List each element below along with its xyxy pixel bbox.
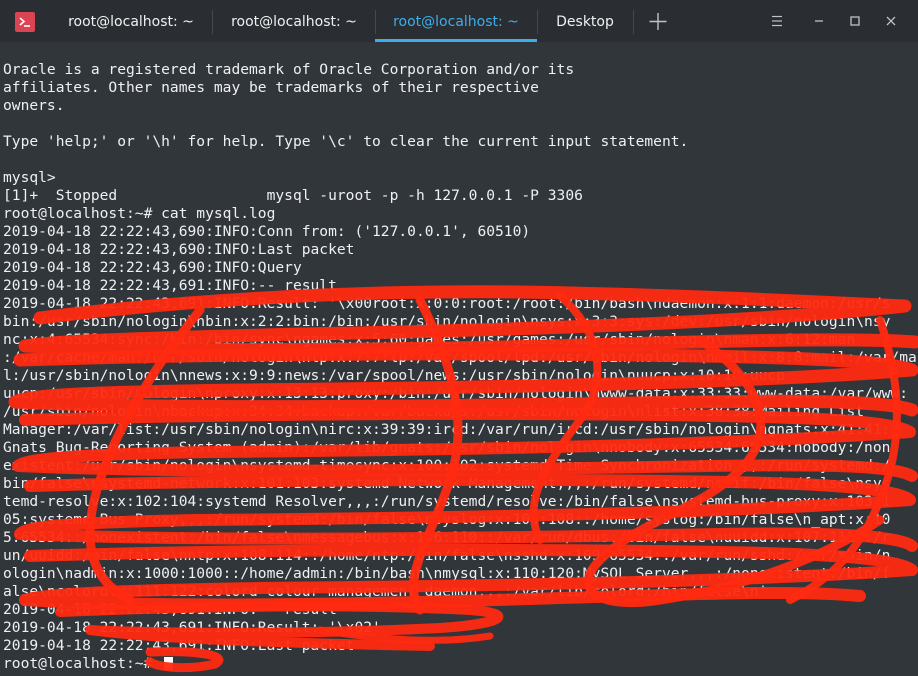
hamburger-menu-icon	[772, 15, 782, 27]
terminal-line: ologin\nadmin:x:1000:1000::/home/admin:/…	[3, 565, 891, 582]
terminal-line: l:/usr/sbin/nologin\nnews:x:9:9:news:/va…	[3, 367, 785, 384]
tab-divider	[633, 10, 634, 34]
tab-2[interactable]: root@localhost: ~	[213, 0, 375, 42]
terminal-line: Oracle is a registered trademark of Orac…	[3, 61, 575, 78]
minimize-icon	[815, 20, 823, 22]
terminal-line: 2019-04-18 22:22:43,691:INFO:-- result	[3, 601, 337, 618]
title-bar: root@localhost: ~ root@localhost: ~ root…	[0, 0, 918, 42]
terminal-line: bin/false\nsystemd-network:x:101:103:sys…	[3, 475, 891, 492]
hamburger-menu-button[interactable]	[766, 10, 788, 32]
close-button[interactable]	[880, 10, 902, 32]
terminal-prompt-line: root@localhost:~#	[3, 655, 162, 672]
tab-desktop[interactable]: Desktop	[537, 0, 633, 42]
terminal-line: bin:/usr/sbin/nologin\nbin:x:2:2:bin:/bi…	[3, 313, 891, 330]
minimize-button[interactable]	[808, 10, 830, 32]
terminal-app-icon[interactable]	[15, 12, 35, 32]
terminal-line: 2019-04-18 22:22:43,691:INFO:Result: '\x…	[3, 295, 891, 312]
tab-3-label: root@localhost: ~	[393, 14, 519, 30]
terminal-line: root@localhost:~# cat mysql.log	[3, 205, 276, 222]
terminal-line: :/var/cache/man:/usr/sbin/nologin\nlp:x:…	[3, 349, 918, 366]
terminal-line: 2019-04-18 22:22:43,690:INFO:Last packet	[3, 241, 355, 258]
terminal-line: Manager:/var/list:/usr/sbin/nologin\nirc…	[3, 421, 891, 438]
terminal-line: temd-resolve:x:102:104:systemd Resolver,…	[3, 493, 891, 510]
terminal-line: 5:65534::/nonexistent:/bin/false\nmessag…	[3, 529, 891, 546]
plus-icon	[649, 13, 667, 30]
terminal-line: existent:/usr/sbin/nologin\nsystemd-time…	[3, 457, 891, 474]
terminal-line: uucp:/usr/sbin/nologin\nproxy:x:13:13:pr…	[3, 385, 908, 402]
maximize-icon	[850, 16, 860, 26]
terminal-line: affiliates. Other names may be trademark…	[3, 79, 539, 96]
terminal-line: 2019-04-18 22:22:43,690:INFO:Query	[3, 259, 302, 276]
terminal-line: un/uuidd:/bin/false\nntp:x:108:114::/hom…	[3, 547, 891, 564]
terminal-line: owners.	[3, 97, 65, 114]
terminal-line: Gnats Bug-Reporting System (admin):/var/…	[3, 439, 891, 456]
terminal-line: mysql>	[3, 169, 56, 186]
tab-3-active[interactable]: root@localhost: ~	[375, 0, 537, 42]
maximize-button[interactable]	[844, 10, 866, 32]
terminal-line: 05:systemd Bus Proxy,,,:/run/systemd:/bi…	[3, 511, 891, 528]
tab-1[interactable]: root@localhost: ~	[50, 0, 212, 42]
text-cursor	[164, 657, 173, 670]
terminal-line: Type 'help;' or '\h' for help. Type '\c'…	[3, 133, 689, 150]
terminal-line: 2019-04-18 22:22:43,690:INFO:Conn from: …	[3, 223, 531, 240]
terminal-line: /usr/sbin/nologin\nbackup:x:34:34:backup…	[3, 403, 865, 420]
terminal-line: nc:x:4:65534:sync:/bin:/bin/sync\ngames:…	[3, 331, 856, 348]
terminal-line: 2019-04-18 22:22:43,691:INFO:Result: '\x…	[3, 619, 381, 636]
close-icon	[886, 16, 896, 26]
terminal-line: 2019-04-18 22:22:43,691:INFO:-- result	[3, 277, 337, 294]
terminal-line: alse\ncolord:x:111:122:colord colour man…	[3, 583, 768, 600]
terminal-prompt-icon	[19, 17, 30, 27]
new-tab-button[interactable]	[640, 0, 676, 42]
terminal-line: 2019-04-18 22:22:43,691:INFO:Last packet	[3, 637, 355, 654]
terminal-line: [1]+ Stopped mysql -uroot -p -h 127.0.0.…	[3, 187, 583, 204]
